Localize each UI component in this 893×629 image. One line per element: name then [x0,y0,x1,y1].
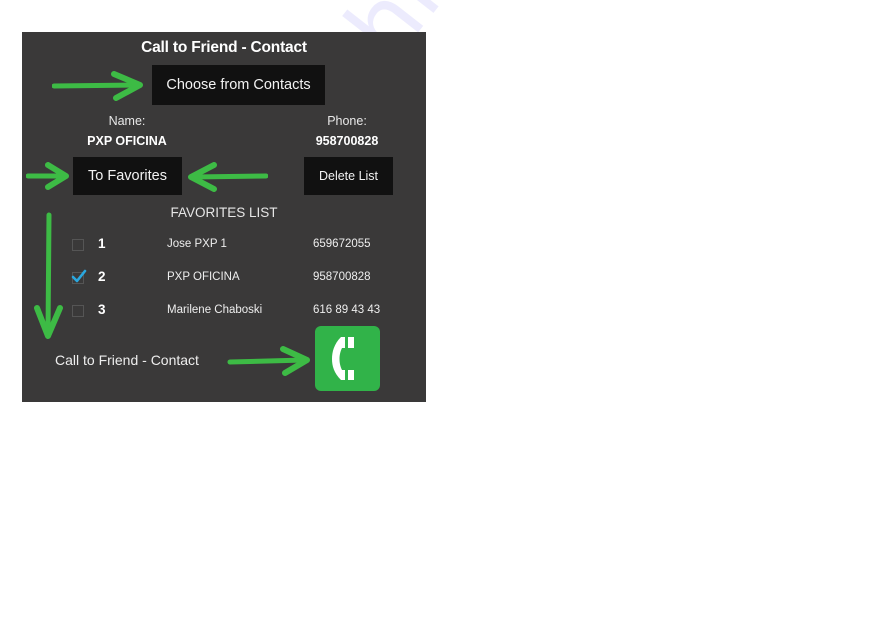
favorite-phone: 659672055 [313,238,371,250]
favorite-name: PXP OFICINA [167,271,240,283]
favorite-phone: 616 89 43 43 [313,304,381,316]
favorite-checkbox-checked[interactable] [71,269,87,284]
annotation-arrow-right-icon [52,71,143,101]
favorite-name: Marilene Chaboski [167,304,263,316]
favorite-phone: 958700828 [313,271,371,283]
checkmark-icon [71,269,87,283]
footer-label: Call to Friend - Contact [55,352,199,368]
delete-list-button[interactable]: Delete List [304,157,393,195]
favorite-row[interactable]: 1 Jose PXP 1 659672055 [22,235,426,259]
favorite-index: 1 [98,236,106,251]
annotation-arrow-left-icon [188,162,268,192]
favorite-checkbox[interactable] [72,239,84,251]
favorite-row[interactable]: 3 Marilene Chaboski 616 89 43 43 [22,301,426,325]
choose-from-contacts-button[interactable]: Choose from Contacts [152,65,325,105]
favorite-index: 2 [98,269,106,284]
name-label: Name: [108,114,146,128]
favorite-index: 3 [98,302,106,317]
favorite-name: Jose PXP 1 [167,238,227,250]
annotation-arrow-right-icon [26,162,69,190]
annotation-arrow-right-icon [227,346,310,376]
favorites-heading: FAVORITES LIST [170,205,278,220]
phone-label: Phone: [327,114,367,128]
call-button[interactable] [315,326,380,391]
name-value: PXP OFICINA [87,134,167,148]
app-title: Call to Friend - Contact [141,39,307,56]
favorite-checkbox[interactable] [72,305,84,317]
favorite-row[interactable]: 2 PXP OFICINA 958700828 [22,268,426,292]
phone-handset-icon [332,337,354,380]
app-panel: Call to Friend - Contact Choose from Con… [22,32,426,402]
to-favorites-button[interactable]: To Favorites [73,157,182,195]
phone-value: 958700828 [315,134,379,148]
